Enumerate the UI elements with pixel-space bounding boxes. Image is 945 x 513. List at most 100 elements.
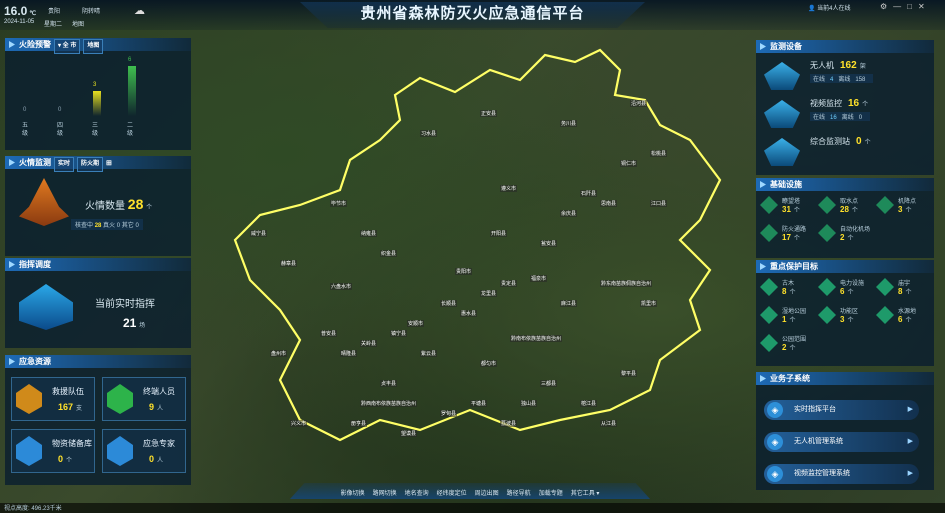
protect-unit: 个	[905, 318, 912, 324]
map-city-label: 黔东南苗族侗族自治州	[600, 280, 653, 287]
monitoring-panel: 监测设备 无人机 162 架在线 4 离线 158 视频监控 16 个在线 16 离线 0 综合监测站 0…	[756, 40, 934, 175]
system-label: 实时指挥平台	[794, 406, 836, 413]
map-city-label: 余庆县	[560, 210, 578, 217]
monitor-name: 综合监测站	[810, 137, 850, 146]
online-users: 👤 当前4人在线	[808, 6, 851, 12]
map-city-label: 安顺市	[407, 320, 425, 327]
protect-value: 1个	[782, 315, 795, 324]
infra-value: 3个	[898, 205, 911, 214]
weekday: 星期二	[44, 22, 63, 28]
close-icon[interactable]: ✕	[918, 2, 931, 11]
system-label: 无人机管理系统	[794, 438, 843, 445]
map-city-label: 都匀市	[480, 360, 498, 367]
tab-fire-season[interactable]: 防火期	[77, 157, 104, 172]
map-city-label: 六盘水市	[330, 283, 353, 290]
tab-realtime[interactable]: 实时	[54, 157, 75, 172]
window-controls[interactable]: ⚙—□✕	[880, 2, 931, 11]
resource-card[interactable]: 应急专家 0 人	[102, 429, 186, 473]
protect-count: 6	[898, 315, 903, 324]
protect-count: 2	[782, 343, 787, 352]
protect-panel: 重点保护目标 古木 8 个电力设施 6 个庙宇 8 个湿地公园 1 个功能区 3 个水源地 6 个公园范…	[756, 260, 934, 366]
resource-icon	[107, 436, 133, 466]
monitor-status: 在线 4 离线 158	[810, 74, 874, 83]
resource-value: 167 支	[58, 402, 82, 412]
protect-count: 6	[840, 287, 845, 296]
map-toolbar: 影像切换 路网切换 地名查询 经纬度定位 周边出图 路径导航 加载专题 其它工具 ▾	[290, 483, 650, 499]
protect-label: 水源地	[898, 309, 917, 315]
settings-icon[interactable]: ⚙	[880, 2, 893, 11]
infrastructure-title: 基础设施	[756, 178, 934, 191]
monitor-icon	[764, 62, 800, 90]
map-city-label: 罗甸县	[440, 410, 458, 417]
protect-label: 电力设施	[840, 281, 865, 287]
map-city-label: 榕江县	[580, 400, 598, 407]
resource-value: 0个	[58, 454, 72, 464]
map-city-label: 从江县	[600, 420, 618, 427]
command-label: 当前实时指挥	[95, 299, 155, 310]
minimize-icon[interactable]: —	[893, 2, 907, 11]
fire-monitor-title: 火情监测 实时 防火期 ⊞	[5, 156, 191, 172]
protect-title: 重点保护目标	[756, 260, 934, 273]
monitor-count: 162	[840, 60, 857, 71]
map-button[interactable]: 地图	[72, 19, 84, 28]
protect-count: 3	[840, 315, 845, 324]
map-city-label: 黔西南布依族苗族自治州	[360, 400, 418, 407]
protect-value: 6个	[840, 287, 853, 296]
map-city-label: 盘州市	[270, 350, 288, 357]
protect-unit: 个	[847, 318, 854, 324]
monitor-label: 综合监测站 0 个	[810, 136, 871, 147]
resource-icon	[16, 436, 42, 466]
infra-unit: 个	[793, 208, 800, 214]
resource-card[interactable]: 救援队伍 167 支	[11, 377, 95, 421]
maximize-icon[interactable]: □	[907, 2, 918, 11]
infra-value: 31 个	[782, 205, 800, 214]
command-panel: 指挥调度 当前实时指挥 21 场	[5, 258, 191, 348]
infra-value: 28 个	[840, 205, 858, 214]
infrastructure-panel: 基础设施 瞭望塔 31 个取水点 28 个机降点 3 个防火通路 17 个自动化机场 2 个	[756, 178, 934, 258]
chevron-right-icon: ▶	[907, 438, 913, 445]
map-mode-button[interactable]: 地图	[83, 39, 104, 54]
resource-label: 终端人员	[143, 387, 175, 396]
level-label: 五级	[21, 123, 28, 137]
infra-icon	[760, 224, 778, 242]
protect-unit: 个	[789, 346, 796, 352]
protect-count: 1	[782, 315, 787, 324]
command-title: 指挥调度	[5, 258, 191, 271]
system-button[interactable]: ◈ 无人机管理系统 ▶	[764, 432, 919, 452]
monitor-status-online: 16	[830, 115, 837, 121]
resource-card[interactable]: 终端人员 9 人	[102, 377, 186, 421]
infra-unit: 个	[847, 236, 854, 242]
region-select[interactable]: ▾ 全 市	[54, 39, 81, 54]
level-bar	[128, 66, 136, 116]
fire-warning-title: 火险预警 ▾ 全 市地图	[5, 38, 191, 54]
infra-value: 17 个	[782, 233, 800, 242]
monitor-status: 在线 16 离线 0	[810, 112, 871, 121]
infra-icon	[818, 196, 836, 214]
map-city-label: 习水县	[420, 130, 438, 137]
map-city-label: 贵定县	[500, 280, 518, 287]
protect-count: 8	[898, 287, 903, 296]
map-city-label: 开阳县	[490, 230, 508, 237]
system-button[interactable]: ◈ 实时指挥平台 ▶	[764, 400, 919, 420]
filter-icon[interactable]: ⊞	[106, 160, 112, 167]
monitor-icon	[764, 138, 800, 166]
level-value: 0	[58, 107, 62, 113]
map-city-label: 三都县	[540, 380, 558, 387]
resource-card[interactable]: 物资储备库 0 个	[11, 429, 95, 473]
protect-label: 功能区	[840, 309, 859, 315]
system-label: 视频监控管理系统	[794, 470, 850, 477]
business-title: 业务子系统	[756, 372, 934, 385]
system-button[interactable]: ◈ 视频监控管理系统 ▶	[764, 464, 919, 484]
protect-label: 庙宇	[898, 281, 911, 287]
resource-icon	[16, 384, 42, 414]
resources-panel: 应急资源 救援队伍 167 支终端人员 9 人物资储备库 0 个应急专家 0 人	[5, 355, 191, 485]
map-city-label: 麻江县	[560, 300, 578, 307]
protect-icon	[760, 306, 778, 324]
protect-icon	[876, 306, 894, 324]
level-label: 三级	[91, 123, 98, 137]
map-city-label: 江口县	[650, 200, 668, 207]
infra-count: 28	[840, 205, 849, 214]
protect-value: 3个	[840, 315, 853, 324]
infra-label: 防火通路	[782, 227, 807, 233]
monitor-count: 0	[856, 136, 862, 147]
